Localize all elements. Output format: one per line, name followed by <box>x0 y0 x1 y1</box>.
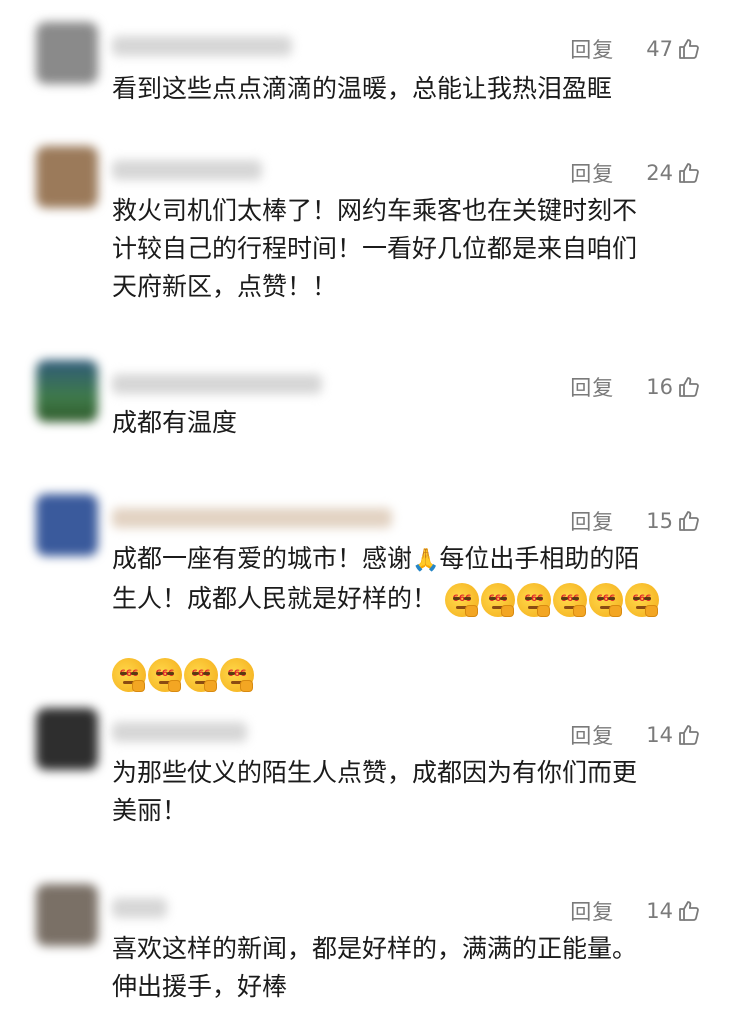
emoji-group: 666 666 666 666 666 666 <box>445 583 660 617</box>
avatar[interactable] <box>36 146 98 208</box>
like-count: 14 <box>646 723 673 747</box>
avatar[interactable] <box>36 494 98 556</box>
comment-text: 成都有温度 <box>112 408 238 437</box>
666-emoji: 666 <box>553 583 588 617</box>
comment-actions: 回复 14 <box>570 720 701 750</box>
reply-button[interactable]: 回复 <box>570 896 614 926</box>
avatar[interactable] <box>36 360 98 422</box>
comment-text: 看到这些点点滴滴的温暖，总能让我热泪盈眶 <box>112 74 613 103</box>
666-emoji: 666 <box>517 583 552 617</box>
666-emoji: 666 <box>148 658 182 692</box>
praying-hands-emoji: 🙏 <box>412 548 440 573</box>
thumbs-up-icon[interactable] <box>677 375 701 399</box>
like-count: 16 <box>646 375 673 399</box>
comment-actions: 回复 47 <box>570 34 701 64</box>
666-emoji: 666 <box>220 658 254 692</box>
666-emoji: 666 <box>481 583 516 617</box>
666-emoji: 666 <box>589 583 624 617</box>
reply-button[interactable]: 回复 <box>570 158 614 188</box>
thumbs-up-icon[interactable] <box>677 509 701 533</box>
comment-actions: 回复 16 <box>570 372 701 402</box>
666-emoji: 666 <box>112 658 146 692</box>
username-blurred[interactable] <box>112 160 262 180</box>
comment-text: 救火司机们太棒了！网约车乘客也在关键时刻不 计较自己的行程时间！一看好几位都是来… <box>112 196 638 301</box>
like-count: 24 <box>646 161 673 185</box>
666-emoji: 666 <box>445 583 480 617</box>
comment-text-part: 成都一座有爱的城市！感谢 <box>112 544 413 573</box>
thumbs-up-icon[interactable] <box>677 723 701 747</box>
like-count: 47 <box>646 37 673 61</box>
username-blurred[interactable] <box>112 36 292 56</box>
username-blurred[interactable] <box>112 508 392 528</box>
thumbs-up-icon[interactable] <box>677 161 701 185</box>
reply-button[interactable]: 回复 <box>570 34 614 64</box>
avatar[interactable] <box>36 884 98 946</box>
comment-text: 为那些仗义的陌生人点赞，成都因为有你们而更 美丽！ <box>112 758 638 825</box>
like-count: 14 <box>646 899 673 923</box>
666-emoji: 666 <box>184 658 218 692</box>
like-count: 15 <box>646 509 673 533</box>
username-blurred[interactable] <box>112 722 247 742</box>
comment-text: 喜欢这样的新闻，都是好样的，满满的正能量。 伸出援手，好棒 <box>112 934 638 1001</box>
avatar[interactable] <box>36 708 98 770</box>
username-blurred[interactable] <box>112 374 322 394</box>
thumbs-up-icon[interactable] <box>677 899 701 923</box>
comment-actions: 回复 15 <box>570 506 701 536</box>
666-emoji: 666 <box>625 583 660 617</box>
username-blurred[interactable] <box>112 898 167 918</box>
emoji-group: 666 666 666 666 <box>112 658 712 692</box>
avatar[interactable] <box>36 22 98 84</box>
comment-actions: 回复 14 <box>570 896 701 926</box>
thumbs-up-icon[interactable] <box>677 37 701 61</box>
reply-button[interactable]: 回复 <box>570 506 614 536</box>
reply-button[interactable]: 回复 <box>570 372 614 402</box>
comment-actions: 回复 24 <box>570 158 701 188</box>
reply-button[interactable]: 回复 <box>570 720 614 750</box>
